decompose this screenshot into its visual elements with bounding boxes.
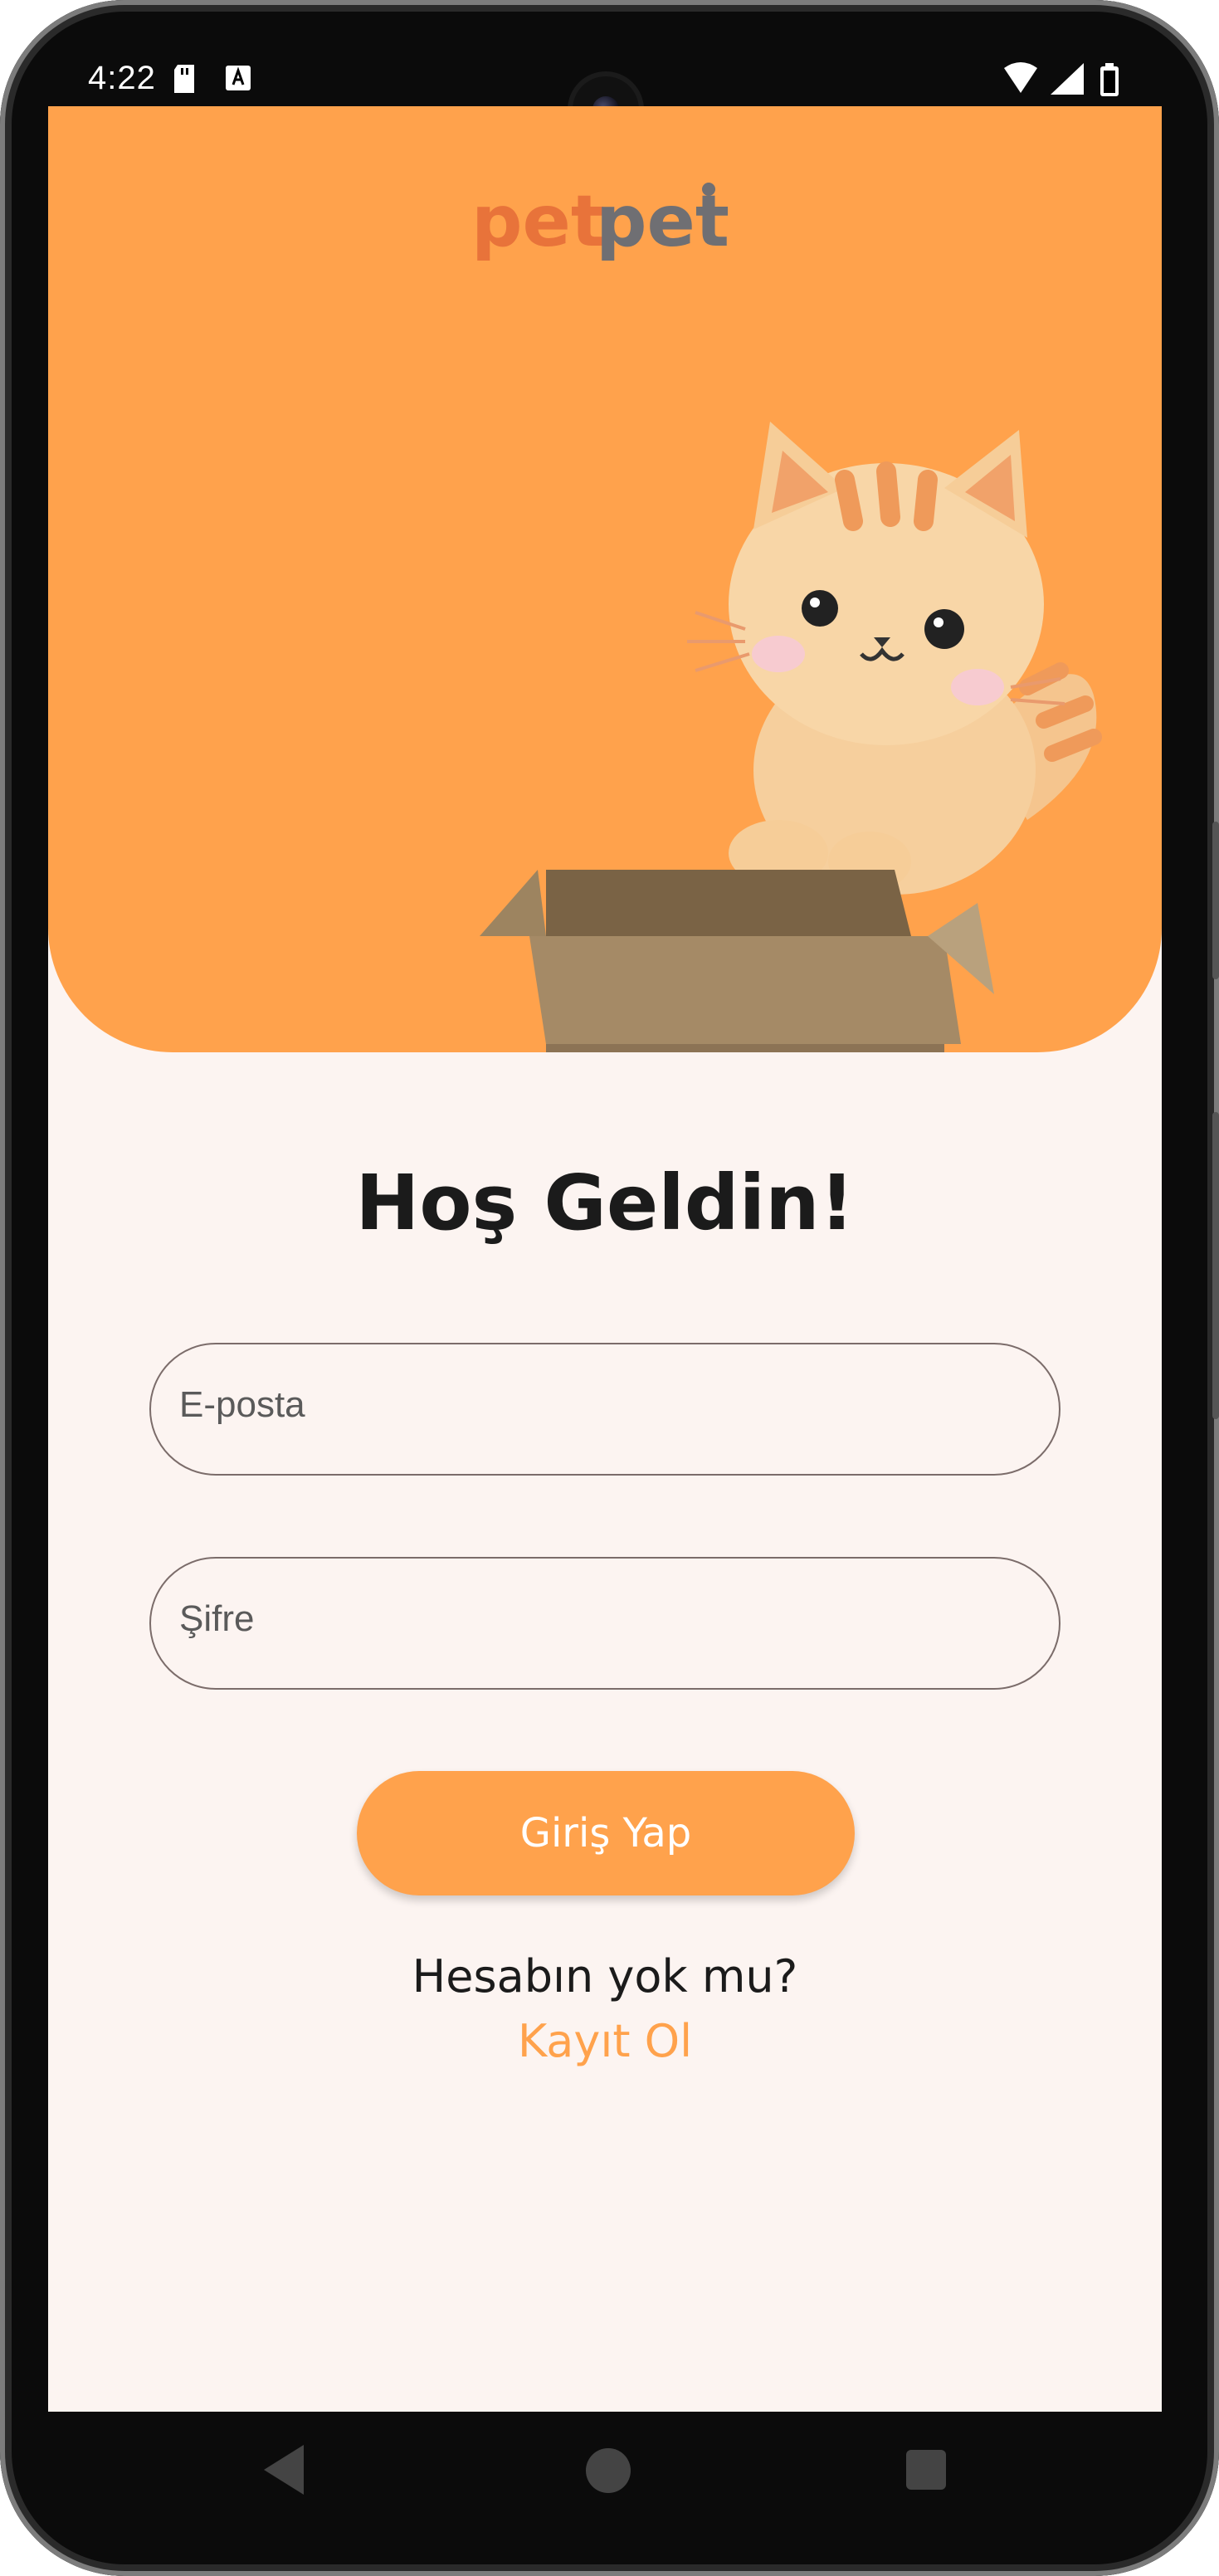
- app-logo: pet pet: [471, 180, 729, 263]
- login-button[interactable]: Giriş Yap: [357, 1771, 855, 1895]
- password-field[interactable]: Şifre: [149, 1557, 1061, 1690]
- cat-in-box-illustration: [480, 422, 1102, 1052]
- home-icon[interactable]: [586, 2448, 631, 2493]
- recents-icon[interactable]: [906, 2450, 946, 2490]
- navigation-bar: [46, 2412, 1173, 2536]
- power-button: [1212, 822, 1219, 979]
- signal-icon: [1051, 63, 1084, 95]
- app-screen: pet pet Hoş Geldin! E-posta Şifre Giriş …: [48, 106, 1162, 2412]
- no-account-text: Hesabın yok mu?: [412, 1950, 798, 2003]
- back-icon[interactable]: [261, 2443, 307, 2496]
- volume-button: [1212, 1112, 1219, 1419]
- status-time: 4:22: [88, 60, 156, 96]
- email-placeholder: E-posta: [179, 1384, 305, 1425]
- wifi-icon: [1004, 62, 1037, 93]
- a-keyboard-icon: [226, 66, 251, 90]
- svg-text:pet: pet: [471, 180, 605, 263]
- status-icons: [1004, 62, 1119, 96]
- password-placeholder: Şifre: [179, 1598, 255, 1639]
- battery-icon: [1100, 63, 1119, 96]
- sd-card-icon: [174, 65, 194, 93]
- welcome-title: Hoş Geldin!: [355, 1159, 855, 1247]
- register-link[interactable]: Kayıt Ol: [48, 2015, 1162, 2067]
- header-banner: pet pet: [48, 106, 1162, 1052]
- email-field[interactable]: E-posta: [149, 1343, 1061, 1476]
